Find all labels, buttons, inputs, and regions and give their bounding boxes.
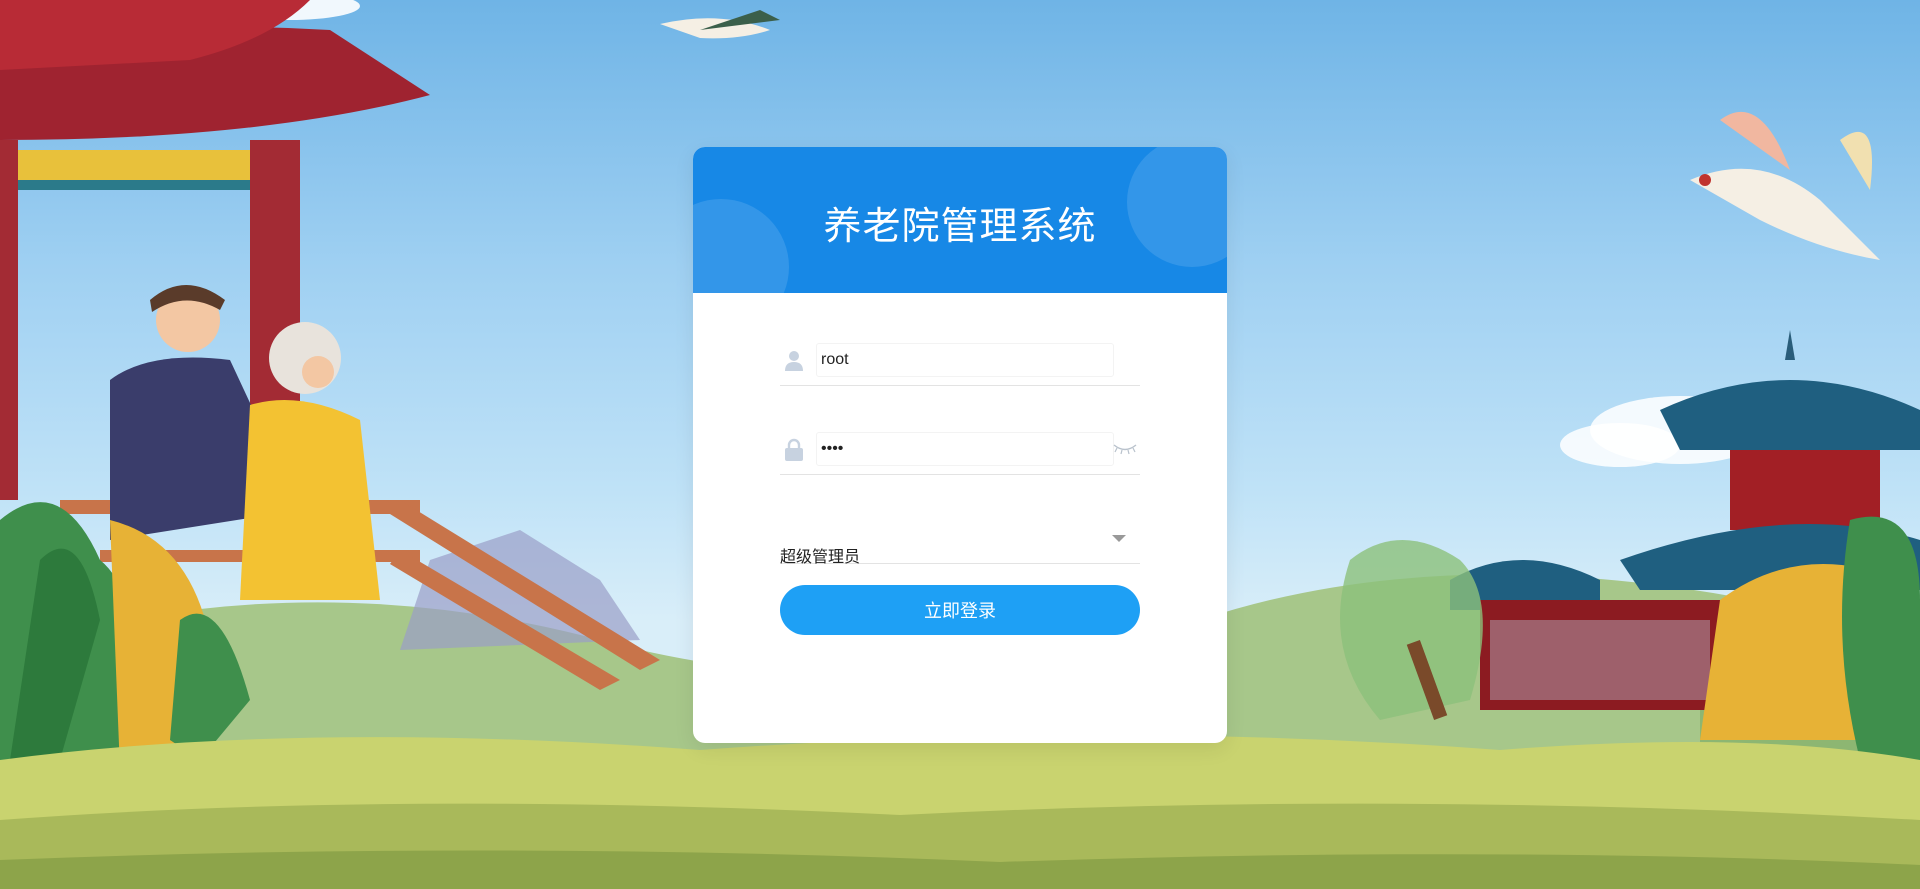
- login-page: 养老院管理系统 root •••• 超级管理员 立即登录: [0, 0, 1920, 889]
- user-icon: [785, 351, 803, 371]
- lock-icon: [785, 438, 803, 461]
- login-button[interactable]: 立即登录: [780, 585, 1140, 635]
- password-field-row: [780, 426, 1140, 475]
- password-input[interactable]: [816, 432, 1114, 466]
- card-header: 养老院管理系统: [693, 147, 1227, 293]
- username-input[interactable]: [816, 343, 1114, 377]
- username-field-row: [780, 337, 1140, 386]
- page-title: 养老院管理系统: [823, 204, 1097, 248]
- eye-closed-icon[interactable]: [1112, 440, 1138, 456]
- chevron-down-icon[interactable]: [1112, 535, 1126, 542]
- login-form: 超级管理员: [780, 337, 1140, 566]
- login-card: 养老院管理系统 root •••• 超级管理员 立即登录: [693, 147, 1227, 743]
- role-selected-value: 超级管理员: [780, 547, 861, 566]
- role-select[interactable]: 超级管理员: [780, 515, 1140, 566]
